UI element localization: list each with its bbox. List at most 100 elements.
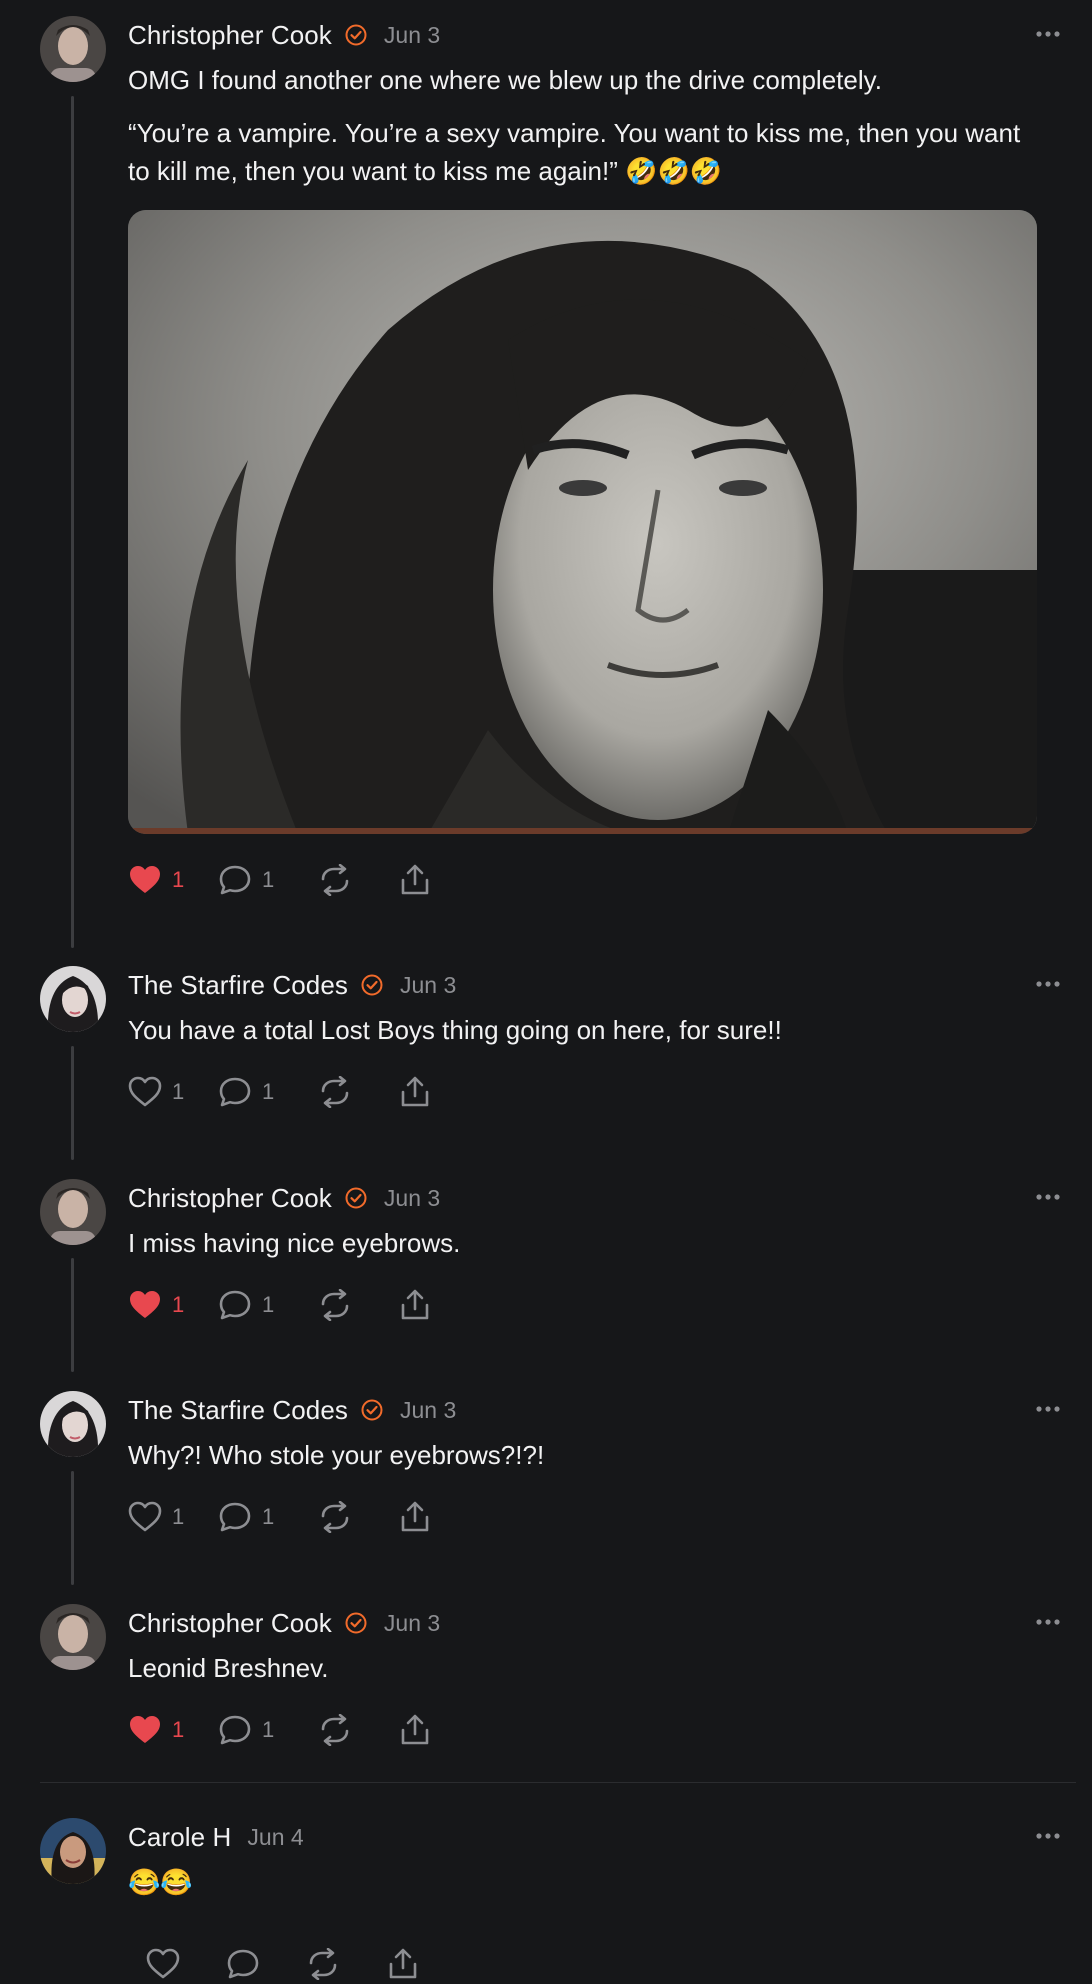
author-name[interactable]: The Starfire Codes <box>128 1395 348 1426</box>
post-date[interactable]: Jun 3 <box>384 1185 440 1212</box>
comment-icon <box>218 864 252 896</box>
verified-badge-icon <box>344 23 368 47</box>
reply-button[interactable]: 1 <box>218 1072 318 1112</box>
avatar[interactable] <box>40 966 106 1032</box>
more-options-icon[interactable] <box>1028 964 1068 1004</box>
thread-line <box>71 96 74 948</box>
like-count: 1 <box>172 1717 185 1742</box>
heart-icon <box>128 1714 162 1746</box>
avatar[interactable] <box>40 1179 106 1245</box>
avatar[interactable] <box>40 1818 106 1884</box>
more-options-icon[interactable] <box>1028 1602 1068 1642</box>
post-image[interactable] <box>128 210 1037 834</box>
author-name[interactable]: Christopher Cook <box>128 20 332 51</box>
separator <box>40 1782 1076 1783</box>
like-count: 1 <box>172 1079 185 1104</box>
avatar[interactable] <box>40 1391 106 1457</box>
comment-icon <box>218 1076 252 1108</box>
post-header: The Starfire Codes Jun 3 <box>128 965 456 1005</box>
repost-button[interactable] <box>318 1285 398 1325</box>
post-actions: 1 1 <box>128 860 458 900</box>
post-actions: 1 1 <box>128 1072 458 1112</box>
share-button[interactable] <box>398 860 458 900</box>
like-count: 1 <box>172 1292 185 1317</box>
repost-icon <box>318 1076 352 1108</box>
author-name[interactable]: The Starfire Codes <box>128 970 348 1001</box>
repost-button[interactable] <box>318 1710 398 1750</box>
repost-icon <box>306 1948 340 1980</box>
reply-count: 1 <box>262 1717 275 1742</box>
like-button[interactable]: 1 <box>128 1285 218 1325</box>
post-paragraph: “You’re a vampire. You’re a sexy vampire… <box>128 118 1021 186</box>
author-name[interactable]: Christopher Cook <box>128 1183 332 1214</box>
repost-icon <box>318 864 352 896</box>
more-options-icon[interactable] <box>1028 1816 1068 1856</box>
like-button[interactable]: 1 <box>128 1497 218 1537</box>
more-options-icon[interactable] <box>1028 1389 1068 1429</box>
repost-button[interactable] <box>306 1944 386 1984</box>
repost-button[interactable] <box>318 1497 398 1537</box>
post-actions <box>146 1944 446 1984</box>
share-icon <box>398 1289 432 1321</box>
share-button[interactable] <box>398 1710 458 1750</box>
like-count: 1 <box>172 867 185 892</box>
share-button[interactable] <box>386 1944 446 1984</box>
share-icon <box>398 1076 432 1108</box>
reply-count: 1 <box>262 1292 275 1317</box>
reply-button[interactable] <box>226 1944 306 1984</box>
author-name[interactable]: Christopher Cook <box>128 1608 332 1639</box>
more-options-icon[interactable] <box>1028 14 1068 54</box>
post-paragraph: Leonid Breshnev. <box>128 1653 329 1683</box>
avatar[interactable] <box>40 16 106 82</box>
heart-icon <box>146 1948 180 1980</box>
share-button[interactable] <box>398 1285 458 1325</box>
reply-button[interactable]: 1 <box>218 860 318 900</box>
share-button[interactable] <box>398 1072 458 1112</box>
reply-count: 1 <box>262 1079 275 1104</box>
repost-button[interactable] <box>318 1072 398 1112</box>
verified-badge-icon <box>344 1611 368 1635</box>
post-date[interactable]: Jun 3 <box>384 1610 440 1637</box>
like-button[interactable]: 1 <box>128 1710 218 1750</box>
post-paragraph: OMG I found another one where we blew up… <box>128 65 882 95</box>
post-text: OMG I found another one where we blew up… <box>128 61 1048 190</box>
post-actions: 1 1 <box>128 1497 458 1537</box>
thread-line <box>71 1471 74 1585</box>
post-date[interactable]: Jun 4 <box>247 1824 303 1851</box>
comment-icon <box>218 1289 252 1321</box>
reply-button[interactable]: 1 <box>218 1710 318 1750</box>
post-paragraph: 😂😂 <box>128 1867 193 1897</box>
share-icon <box>398 1714 432 1746</box>
post-header: The Starfire Codes Jun 3 <box>128 1390 456 1430</box>
like-button[interactable]: 1 <box>128 860 218 900</box>
post-text: Leonid Breshnev. <box>128 1649 1048 1687</box>
reply-button[interactable]: 1 <box>218 1497 318 1537</box>
share-button[interactable] <box>398 1497 458 1537</box>
like-button[interactable] <box>146 1944 226 1984</box>
more-options-icon[interactable] <box>1028 1177 1068 1217</box>
repost-button[interactable] <box>318 860 398 900</box>
post-text: I miss having nice eyebrows. <box>128 1224 1048 1262</box>
post-header: Christopher Cook Jun 3 <box>128 1603 440 1643</box>
post-date[interactable]: Jun 3 <box>400 972 456 999</box>
post-paragraph: You have a total Lost Boys thing going o… <box>128 1015 782 1045</box>
post-date[interactable]: Jun 3 <box>384 22 440 49</box>
like-button[interactable]: 1 <box>128 1072 218 1112</box>
reply-button[interactable]: 1 <box>218 1285 318 1325</box>
post-header: Carole H Jun 4 <box>128 1817 304 1857</box>
repost-icon <box>318 1714 352 1746</box>
repost-icon <box>318 1501 352 1533</box>
reply-count: 1 <box>262 867 275 892</box>
author-name[interactable]: Carole H <box>128 1822 231 1853</box>
thread-line <box>71 1258 74 1372</box>
post-actions: 1 1 <box>128 1710 458 1750</box>
repost-icon <box>318 1289 352 1321</box>
post-header: Christopher Cook Jun 3 <box>128 1178 440 1218</box>
post-text: Why?! Who stole your eyebrows?!?! <box>128 1436 1048 1474</box>
heart-icon <box>128 1289 162 1321</box>
post-date[interactable]: Jun 3 <box>400 1397 456 1424</box>
comment-icon <box>226 1948 260 1980</box>
heart-icon <box>128 864 162 896</box>
avatar[interactable] <box>40 1604 106 1670</box>
heart-icon <box>128 1076 162 1108</box>
